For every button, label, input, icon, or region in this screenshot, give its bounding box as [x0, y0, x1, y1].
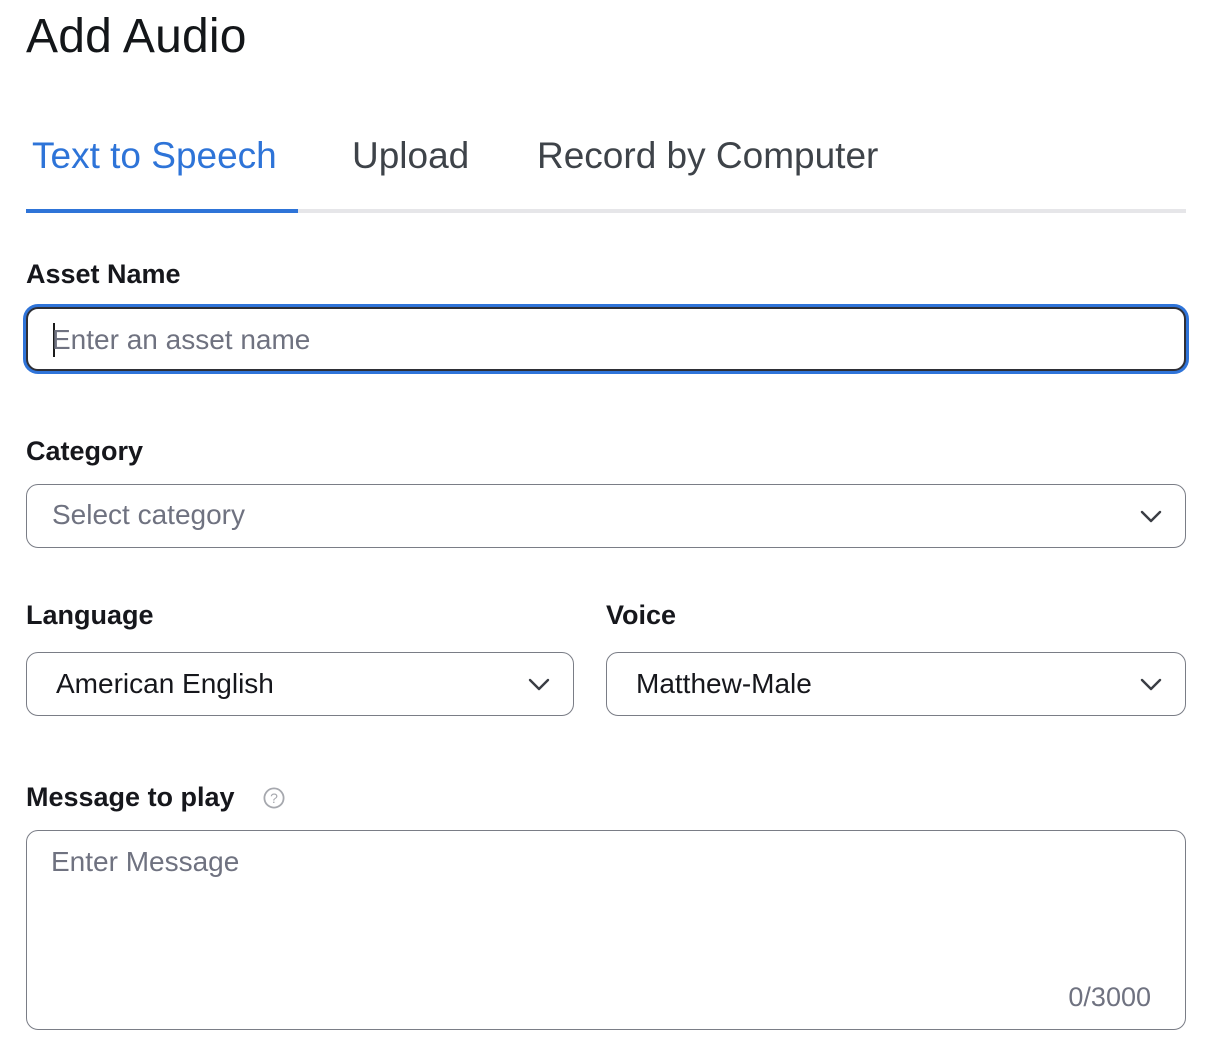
svg-text:?: ?: [270, 790, 278, 806]
language-select[interactable]: American English: [26, 652, 574, 716]
page-title: Add Audio: [26, 10, 247, 63]
asset-name-input[interactable]: [52, 322, 1160, 358]
tab-text-to-speech[interactable]: Text to Speech: [32, 134, 277, 178]
category-select[interactable]: Select category: [26, 484, 1186, 548]
asset-name-field[interactable]: [26, 307, 1186, 371]
asset-name-label: Asset Name: [26, 259, 181, 289]
tab-upload[interactable]: Upload: [352, 134, 469, 178]
voice-select[interactable]: Matthew-Male: [606, 652, 1186, 716]
voice-select-value: Matthew-Male: [636, 668, 812, 699]
message-label: Message to play: [26, 782, 235, 812]
voice-label: Voice: [606, 600, 677, 630]
active-tab-indicator: [26, 209, 298, 213]
category-label: Category: [26, 436, 144, 466]
message-textarea[interactable]: [51, 845, 1161, 965]
chevron-down-icon: [1140, 510, 1162, 523]
chevron-down-icon: [528, 678, 550, 691]
help-icon[interactable]: ?: [263, 787, 285, 809]
message-field[interactable]: 0/3000: [26, 830, 1186, 1030]
chevron-down-icon: [1140, 678, 1162, 691]
language-label: Language: [26, 600, 154, 630]
language-select-value: American English: [56, 668, 274, 699]
tab-bar: Text to Speech Upload Record by Computer: [26, 120, 1186, 213]
tab-record-by-computer[interactable]: Record by Computer: [537, 134, 878, 178]
character-counter: 0/3000: [1068, 982, 1151, 1012]
category-select-placeholder: Select category: [52, 499, 245, 530]
